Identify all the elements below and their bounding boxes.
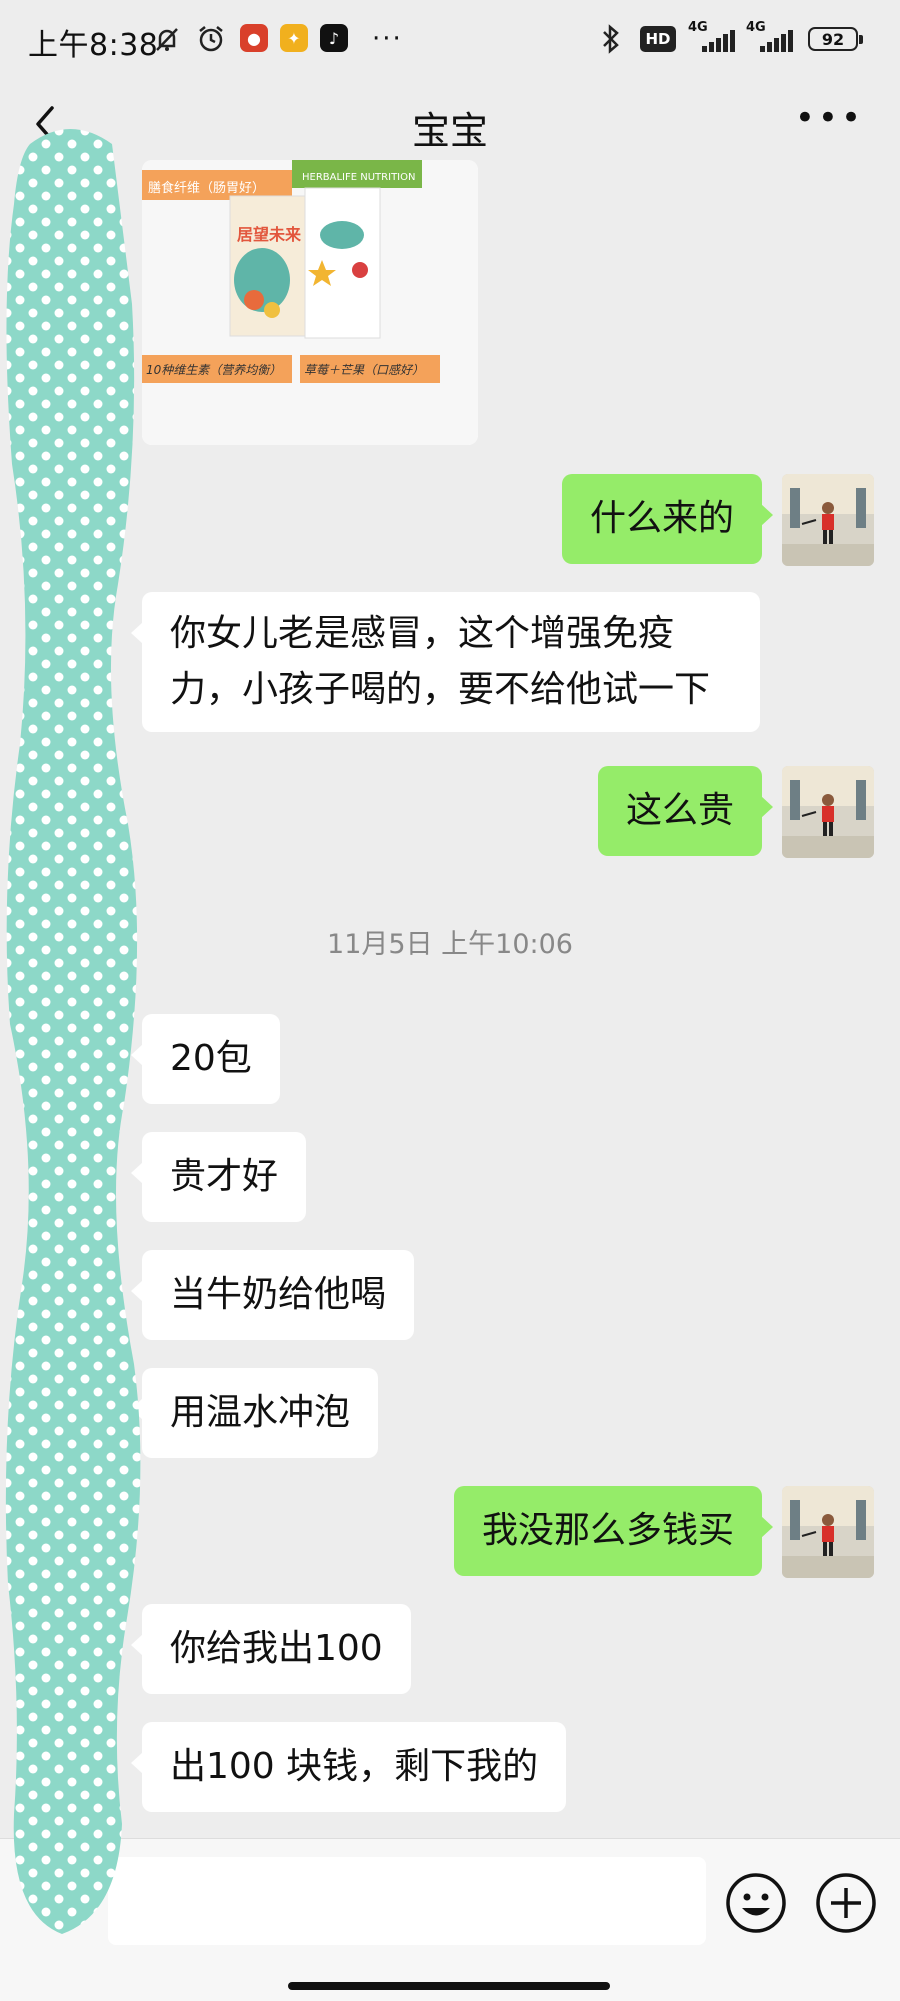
message-row: 什么来的 — [561, 474, 774, 564]
signal-icon-2 — [760, 30, 794, 52]
message-row: 贵才好 — [130, 1132, 307, 1222]
delivery-app-icon: ✦ — [280, 24, 308, 52]
message-row: 你给我出100 — [131, 1604, 411, 1694]
incoming-bubble[interactable]: 贵才好 — [130, 1132, 307, 1222]
incoming-bubble[interactable]: 用温水冲泡 — [130, 1368, 379, 1458]
caption-top-left: 膳食纤维（肠胃好） — [148, 180, 265, 196]
battery-icon: 92 — [808, 27, 863, 51]
status-bar: 上午8:38 ● ✦ ♪ ··· HD 4G 4G 92 — [0, 0, 900, 80]
caption-right: 草莓＋芒果（口感好） — [304, 363, 424, 377]
message-row: 出100 块钱，剩下我的 — [130, 1722, 567, 1812]
incoming-bubble[interactable]: 你女儿老是感冒，这个增强免疫 力，小孩子喝的，要不给他试一下 — [131, 592, 760, 732]
music-app-icon: ● — [240, 24, 268, 52]
status-time: 上午8:38 — [28, 28, 159, 63]
signal-icon-1 — [702, 30, 736, 52]
message-row: 你女儿老是感冒，这个增强免疫 力，小孩子喝的，要不给他试一下 — [131, 592, 760, 732]
tiktok-icon: ♪ — [320, 24, 348, 52]
home-indicator — [288, 1982, 610, 1990]
message-row: 20包 — [131, 1014, 280, 1104]
alarm-icon — [196, 22, 226, 56]
incoming-bubble[interactable]: 20包 — [131, 1014, 280, 1104]
message-row: 我没那么多钱买 — [453, 1486, 774, 1576]
message-row: 当牛奶给他喝 — [130, 1250, 415, 1340]
message-row: 这么贵 — [597, 766, 774, 856]
outgoing-bubble[interactable]: 我没那么多钱买 — [453, 1486, 774, 1576]
brand-right: HERBALIFE NUTRITION — [302, 172, 415, 183]
my-avatar[interactable] — [782, 766, 874, 858]
outgoing-bubble[interactable]: 这么贵 — [597, 766, 774, 856]
box-text: 居望未来 — [237, 225, 302, 244]
incoming-bubble[interactable]: 当牛奶给他喝 — [130, 1250, 415, 1340]
product-image-message[interactable]: 膳食纤维（肠胃好） HERBALIFE NUTRITION 居望未来 10种维生… — [142, 160, 478, 445]
notification-muted-icon — [152, 22, 182, 56]
outgoing-bubble[interactable]: 什么来的 — [561, 474, 774, 564]
incoming-text-line: 你女儿老是感冒，这个增强免疫 — [170, 613, 675, 654]
message-row: 用温水冲泡 — [130, 1368, 379, 1458]
my-avatar[interactable] — [782, 1486, 874, 1578]
incoming-bubble[interactable]: 你给我出100 — [131, 1604, 411, 1694]
status-more-dots: ··· — [372, 24, 403, 54]
message-input[interactable] — [108, 1857, 706, 1945]
incoming-bubble[interactable]: 出100 块钱，剩下我的 — [130, 1722, 567, 1812]
my-avatar[interactable] — [782, 474, 874, 566]
emoji-icon[interactable] — [724, 1871, 788, 1935]
bluetooth-icon — [598, 22, 624, 56]
privacy-redaction-mask — [0, 124, 150, 1944]
incoming-text-line: 力，小孩子喝的，要不给他试一下 — [170, 669, 711, 710]
add-icon[interactable] — [814, 1871, 878, 1935]
hd-voice-badge: HD — [640, 26, 676, 52]
caption-left: 10种维生素（营养均衡） — [146, 363, 281, 377]
more-options-icon[interactable]: ••• — [795, 98, 864, 138]
